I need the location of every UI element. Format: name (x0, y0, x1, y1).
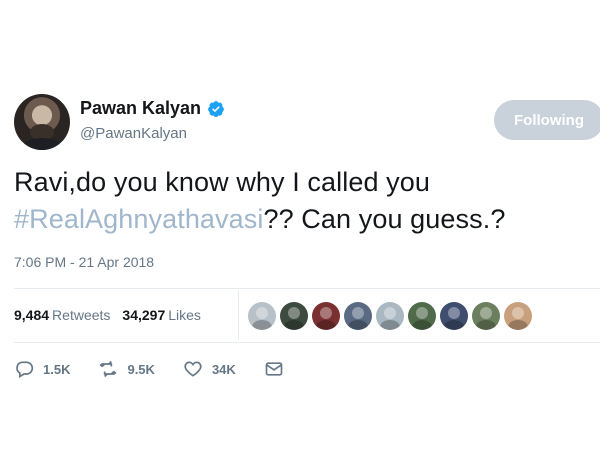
likes-stat[interactable]: 34,297 Likes (122, 307, 201, 323)
hashtag-link[interactable]: #RealAghnyathavasi (14, 204, 263, 234)
retweet-action[interactable]: 9.5K (98, 359, 155, 379)
liker-avatar[interactable] (440, 302, 468, 330)
stats-separator (238, 290, 239, 340)
liker-avatar[interactable] (312, 302, 340, 330)
tweet-actions: 1.5K 9.5K 34K (14, 356, 312, 382)
liker-avatar[interactable] (472, 302, 500, 330)
like-action[interactable]: 34K (183, 359, 236, 379)
user-avatar[interactable] (14, 94, 70, 150)
like-count: 34K (211, 361, 236, 377)
retweet-icon (99, 360, 117, 378)
name-block: Pawan Kalyan @PawanKalyan (80, 98, 225, 142)
liker-avatar[interactable] (376, 302, 404, 330)
tweet-text: Ravi,do you know why I called you #RealAg… (14, 164, 590, 238)
engagement-stats: 9,484 Retweets 34,297 Likes (14, 299, 213, 331)
retweets-label: Retweets (52, 307, 111, 323)
liker-avatar[interactable] (408, 302, 436, 330)
heart-icon (184, 361, 202, 377)
envelope-icon (265, 362, 283, 376)
liker-avatar[interactable] (248, 302, 276, 330)
liker-avatars (248, 302, 532, 330)
display-name[interactable]: Pawan Kalyan (80, 98, 201, 119)
display-name-row[interactable]: Pawan Kalyan (80, 98, 225, 119)
liker-avatar[interactable] (280, 302, 308, 330)
liker-avatar[interactable] (344, 302, 372, 330)
retweet-count: 9.5K (127, 361, 155, 377)
liker-avatar[interactable] (504, 302, 532, 330)
verified-badge-icon (208, 100, 224, 117)
user-handle[interactable]: @PawanKalyan (80, 125, 225, 142)
likes-label: Likes (168, 307, 201, 323)
reply-icon (16, 361, 34, 378)
likes-count: 34,297 (122, 307, 166, 323)
tweet-text-part2: ?? Can you guess.? (263, 204, 506, 234)
divider (14, 288, 600, 289)
message-action[interactable] (264, 359, 284, 379)
reply-action[interactable]: 1.5K (14, 359, 70, 379)
retweets-count: 9,484 (14, 307, 50, 323)
avatar-detail (22, 138, 62, 150)
tweet-header: Pawan Kalyan @PawanKalyan Following (14, 94, 600, 150)
following-button[interactable]: Following (494, 100, 600, 140)
tweet-timestamp[interactable]: 7:06 PM - 21 Apr 2018 (14, 254, 154, 270)
divider (14, 342, 600, 343)
tweet-text-part1: Ravi,do you know why I called you (14, 167, 431, 197)
retweets-stat[interactable]: 9,484 Retweets (14, 307, 110, 323)
reply-count: 1.5K (43, 361, 71, 377)
